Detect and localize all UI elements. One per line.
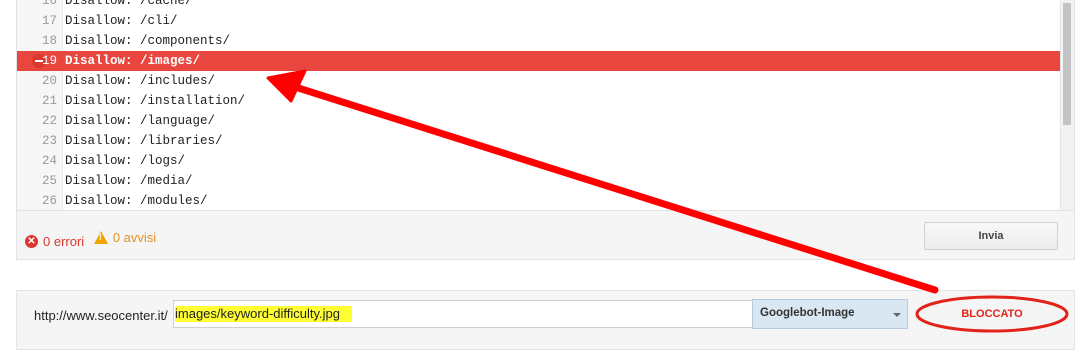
chevron-down-icon bbox=[893, 313, 901, 317]
code-line[interactable]: 25 Disallow: /media/ bbox=[17, 171, 1062, 191]
line-number: 18 bbox=[41, 34, 57, 48]
code-line[interactable]: 21 Disallow: /installation/ bbox=[17, 91, 1062, 111]
code-line[interactable]: 16 Disallow: /cache/ bbox=[17, 0, 1062, 11]
code-text: Disallow: /cache/ bbox=[65, 0, 193, 8]
warnings-count: 0 avvisi bbox=[112, 230, 157, 245]
line-number: 23 bbox=[41, 134, 57, 148]
line-number: 16 bbox=[41, 0, 57, 8]
user-agent-selected: Googlebot-Image bbox=[760, 307, 855, 319]
editor-scrollbar[interactable] bbox=[1060, 0, 1074, 210]
code-line[interactable]: 20 Disallow: /includes/ bbox=[17, 71, 1062, 91]
line-number: 25 bbox=[41, 174, 57, 188]
line-number: 26 bbox=[41, 194, 57, 208]
code-text: Disallow: /cli/ bbox=[65, 14, 178, 28]
error-icon: ✕ bbox=[25, 235, 38, 248]
code-line[interactable]: 26 Disallow: /modules/ bbox=[17, 191, 1062, 210]
code-text: Disallow: /modules/ bbox=[65, 194, 208, 208]
robots-code-editor[interactable]: 16 Disallow: /cache/17 Disallow: /cli/18 Di… bbox=[17, 0, 1074, 211]
robots-editor-panel: 16 Disallow: /cache/17 Disallow: /cli/18 Di… bbox=[16, 0, 1075, 260]
code-line[interactable]: 18 Disallow: /components/ bbox=[17, 31, 1062, 51]
url-test-input[interactable]: images/keyword-difficulty.jpg bbox=[173, 300, 755, 328]
blocked-code-line[interactable]: 19 Disallow: /images/ bbox=[17, 51, 1062, 71]
errors-status: ✕ 0 errori bbox=[25, 234, 84, 249]
line-number: 20 bbox=[41, 74, 57, 88]
line-number: 22 bbox=[41, 114, 57, 128]
line-number: 17 bbox=[41, 14, 57, 28]
code-text: Disallow: /installation/ bbox=[65, 94, 246, 108]
send-button[interactable]: Invia bbox=[924, 222, 1058, 250]
code-text: Disallow: /includes/ bbox=[65, 74, 216, 88]
line-number: 19 bbox=[41, 54, 57, 68]
editor-scrollbar-thumb[interactable] bbox=[1063, 3, 1071, 125]
code-text: Disallow: /logs/ bbox=[65, 154, 186, 168]
warning-icon bbox=[93, 231, 108, 244]
code-text: Disallow: /images/ bbox=[65, 54, 201, 68]
code-text: Disallow: /language/ bbox=[65, 114, 216, 128]
code-text: Disallow: /media/ bbox=[65, 174, 193, 188]
user-agent-select[interactable]: Googlebot-Image bbox=[752, 299, 908, 329]
code-line[interactable]: 24 Disallow: /logs/ bbox=[17, 151, 1062, 171]
url-prefix: http://www.seocenter.it/ bbox=[34, 308, 168, 323]
line-number: 24 bbox=[41, 154, 57, 168]
validation-status: ✕ 0 errori 0 avvisi bbox=[25, 230, 162, 249]
code-text: Disallow: /libraries/ bbox=[65, 134, 223, 148]
code-line[interactable]: 23 Disallow: /libraries/ bbox=[17, 131, 1062, 151]
code-line[interactable]: 17 Disallow: /cli/ bbox=[17, 11, 1062, 31]
url-test-value: images/keyword-difficulty.jpg bbox=[175, 306, 352, 322]
line-number: 21 bbox=[41, 94, 57, 108]
test-result-badge: BLOCCATO bbox=[961, 308, 1023, 320]
warnings-status: 0 avvisi bbox=[93, 230, 157, 245]
code-lines: 16 Disallow: /cache/17 Disallow: /cli/18 Di… bbox=[17, 0, 1062, 210]
code-text: Disallow: /components/ bbox=[65, 34, 231, 48]
errors-count: 0 errori bbox=[43, 234, 85, 249]
code-line[interactable]: 22 Disallow: /language/ bbox=[17, 111, 1062, 131]
